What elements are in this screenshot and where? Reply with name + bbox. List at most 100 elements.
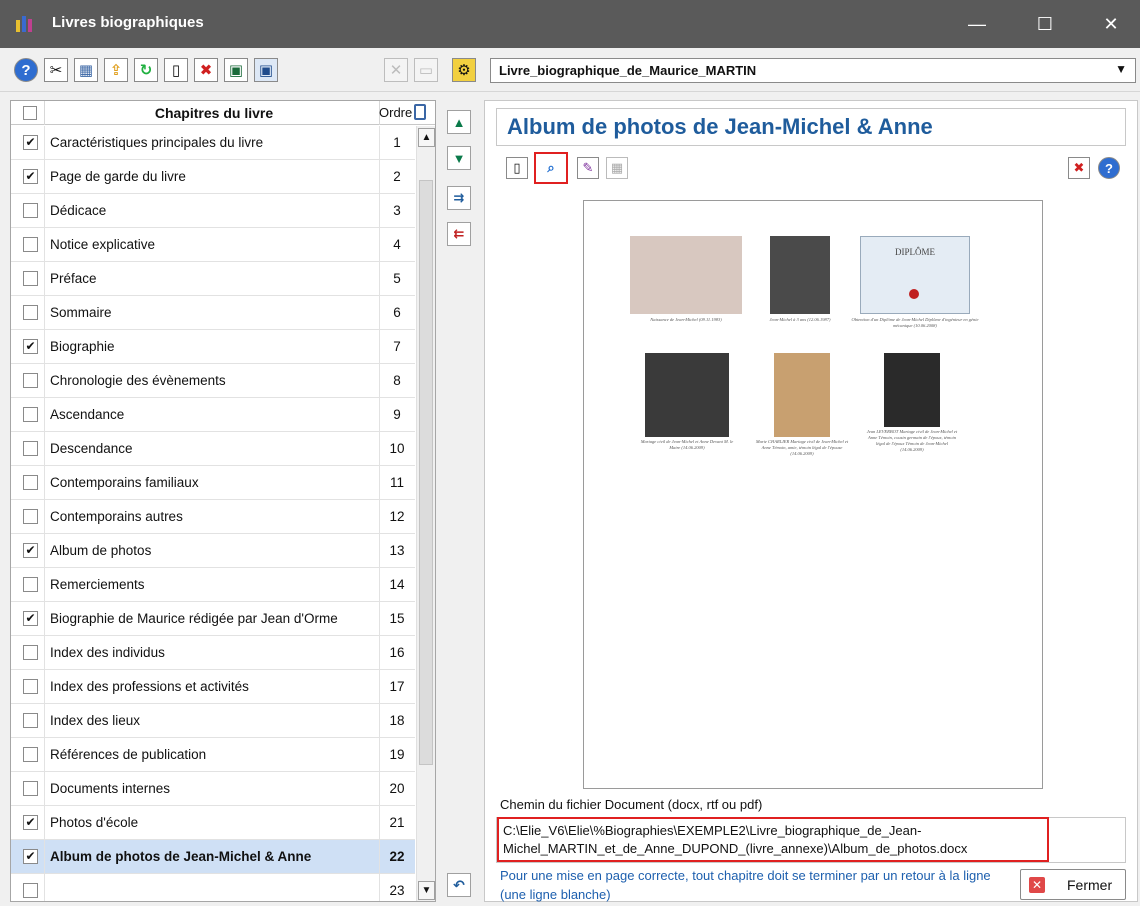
chapter-row[interactable]: Références de publication 19: [11, 738, 415, 772]
chapter-row[interactable]: 23: [11, 874, 415, 901]
insert-after-icon[interactable]: ⇉: [447, 186, 471, 210]
undo-icon[interactable]: ↶: [447, 873, 471, 897]
chapter-order: 14: [389, 577, 405, 592]
save-icon[interactable]: ▣: [224, 58, 248, 82]
scroll-down-icon[interactable]: ▼: [418, 881, 435, 900]
chapter-row[interactable]: Contemporains familiaux 11: [11, 466, 415, 500]
move-down-button[interactable]: ▼: [447, 146, 471, 170]
minimize-button[interactable]: —: [950, 0, 1004, 48]
chapter-row[interactable]: Descendance 10: [11, 432, 415, 466]
document-preview: DIPLÔME Naissance de Jean-Michel (09.11.…: [583, 200, 1043, 789]
chapter-order: 15: [389, 611, 405, 626]
help-icon[interactable]: ?: [1098, 157, 1120, 179]
chapter-row[interactable]: Dédicace 3: [11, 194, 415, 228]
chapter-checkbox[interactable]: [23, 441, 38, 456]
chapter-row[interactable]: ✔ Album de photos de Jean-Michel & Anne 22: [11, 840, 415, 874]
export-icon[interactable]: ⇪: [104, 58, 128, 82]
header-chapter-name[interactable]: Chapitres du livre: [49, 105, 379, 121]
new-page-icon[interactable]: ▯: [164, 58, 188, 82]
diploma-title: DIPLÔME: [895, 247, 935, 257]
chapter-row[interactable]: Index des lieux 18: [11, 704, 415, 738]
new-document-icon[interactable]: ▯: [506, 157, 528, 179]
chapter-row[interactable]: Index des professions et activités 17: [11, 670, 415, 704]
chapter-row[interactable]: ✔ Photos d'école 21: [11, 806, 415, 840]
chapter-row[interactable]: Index des individus 16: [11, 636, 415, 670]
help-icon[interactable]: ?: [14, 58, 38, 82]
refresh-icon[interactable]: ↻: [134, 58, 158, 82]
chapter-order: 12: [389, 509, 405, 524]
chapter-checkbox[interactable]: ✔: [23, 611, 38, 626]
book-select[interactable]: Livre_biographique_de_Maurice_MARTIN ▼: [490, 58, 1136, 83]
chapter-row[interactable]: ✔ Page de garde du livre 2: [11, 160, 415, 194]
chapter-row[interactable]: Préface 5: [11, 262, 415, 296]
chapter-checkbox[interactable]: ✔: [23, 543, 38, 558]
save-as-icon[interactable]: ▣: [254, 58, 278, 82]
chapter-order: 11: [389, 475, 404, 490]
chapter-checkbox[interactable]: [23, 679, 38, 694]
tools-icon[interactable]: ✂: [44, 58, 68, 82]
edit-document-icon[interactable]: ✎: [577, 157, 599, 179]
chapter-checkbox[interactable]: ✔: [23, 849, 38, 864]
chapter-checkbox[interactable]: [23, 883, 38, 898]
chapter-checkbox[interactable]: ✔: [23, 815, 38, 830]
chapter-checkbox[interactable]: [23, 373, 38, 388]
chapter-checkbox[interactable]: [23, 577, 38, 592]
close-button[interactable]: ✕ Fermer: [1020, 869, 1126, 900]
chapter-checkbox[interactable]: [23, 713, 38, 728]
chapter-checkbox[interactable]: ✔: [23, 135, 38, 150]
chapter-row[interactable]: ✔ Biographie de Maurice rédigée par Jean …: [11, 602, 415, 636]
chapter-checkbox[interactable]: [23, 305, 38, 320]
chapter-checkbox[interactable]: [23, 407, 38, 422]
chapter-row[interactable]: ✔ Caractéristiques principales du livre 1: [11, 126, 415, 160]
chapter-checkbox[interactable]: [23, 781, 38, 796]
chapter-row[interactable]: Remerciements 14: [11, 568, 415, 602]
header-order[interactable]: Ordre: [379, 105, 412, 120]
chapter-checkbox[interactable]: [23, 271, 38, 286]
order-sort-icon[interactable]: [414, 104, 426, 120]
chapter-name: Dédicace: [50, 203, 107, 218]
chapter-checkbox[interactable]: [23, 509, 38, 524]
scroll-up-icon[interactable]: ▲: [418, 128, 435, 147]
chapter-row[interactable]: Notice explicative 4: [11, 228, 415, 262]
chapter-row[interactable]: Chronologie des évènements 8: [11, 364, 415, 398]
chapter-order: 17: [389, 679, 405, 694]
chapter-row[interactable]: Ascendance 9: [11, 398, 415, 432]
chapter-name: Notice explicative: [50, 237, 156, 252]
gear-icon[interactable]: ⚙: [452, 58, 476, 82]
caption-4: Mariage civil de Jean-Michel et Anne Dev…: [640, 439, 734, 450]
chapter-checkbox[interactable]: [23, 747, 38, 762]
chapter-checkbox[interactable]: ✔: [23, 169, 38, 184]
chapter-row[interactable]: Sommaire 6: [11, 296, 415, 330]
photo-witness-woman: [774, 353, 830, 437]
chapter-row[interactable]: Documents internes 20: [11, 772, 415, 806]
photo-baby: [630, 236, 742, 314]
chapter-name: Index des professions et activités: [50, 679, 249, 694]
caption-2: Jean-Michel à 3 ans (12.06.1987): [769, 317, 831, 322]
scroll-thumb[interactable]: [419, 180, 433, 765]
list-scrollbar[interactable]: ▲ ▼: [416, 126, 435, 901]
chapter-row[interactable]: ✔ Album de photos 13: [11, 534, 415, 568]
path-label: Chemin du fichier Document (docx, rtf ou…: [500, 797, 763, 812]
chapter-checkbox[interactable]: [23, 237, 38, 252]
delete-icon[interactable]: ✖: [194, 58, 218, 82]
document-path-field[interactable]: C:\Elie_V6\Elie\%Biographies\EXEMPLE2\Li…: [497, 817, 1049, 862]
chapter-checkbox[interactable]: [23, 475, 38, 490]
chapter-name: Page de garde du livre: [50, 169, 186, 184]
chapter-row[interactable]: ✔ Biographie 7: [11, 330, 415, 364]
settings-grid-icon[interactable]: ▦: [74, 58, 98, 82]
maximize-button[interactable]: ☐: [1018, 0, 1072, 48]
move-up-button[interactable]: ▲: [447, 110, 471, 134]
caption-1: Naissance de Jean-Michel (09.11.1983): [650, 317, 722, 322]
insert-before-icon[interactable]: ⇇: [447, 222, 471, 246]
close-window-button[interactable]: ✕: [1084, 0, 1138, 48]
chapter-row[interactable]: Contemporains autres 12: [11, 500, 415, 534]
chapter-checkbox[interactable]: [23, 203, 38, 218]
delete-chapter-icon[interactable]: ✖: [1068, 157, 1090, 179]
preview-magnifier-icon[interactable]: ⌕: [534, 152, 568, 184]
select-all-checkbox[interactable]: [23, 106, 37, 120]
chapter-checkbox[interactable]: [23, 645, 38, 660]
photo-witness-man: [884, 353, 940, 427]
chapter-name: Photos d'école: [50, 815, 139, 830]
chapter-order: 13: [389, 543, 405, 558]
chapter-checkbox[interactable]: ✔: [23, 339, 38, 354]
